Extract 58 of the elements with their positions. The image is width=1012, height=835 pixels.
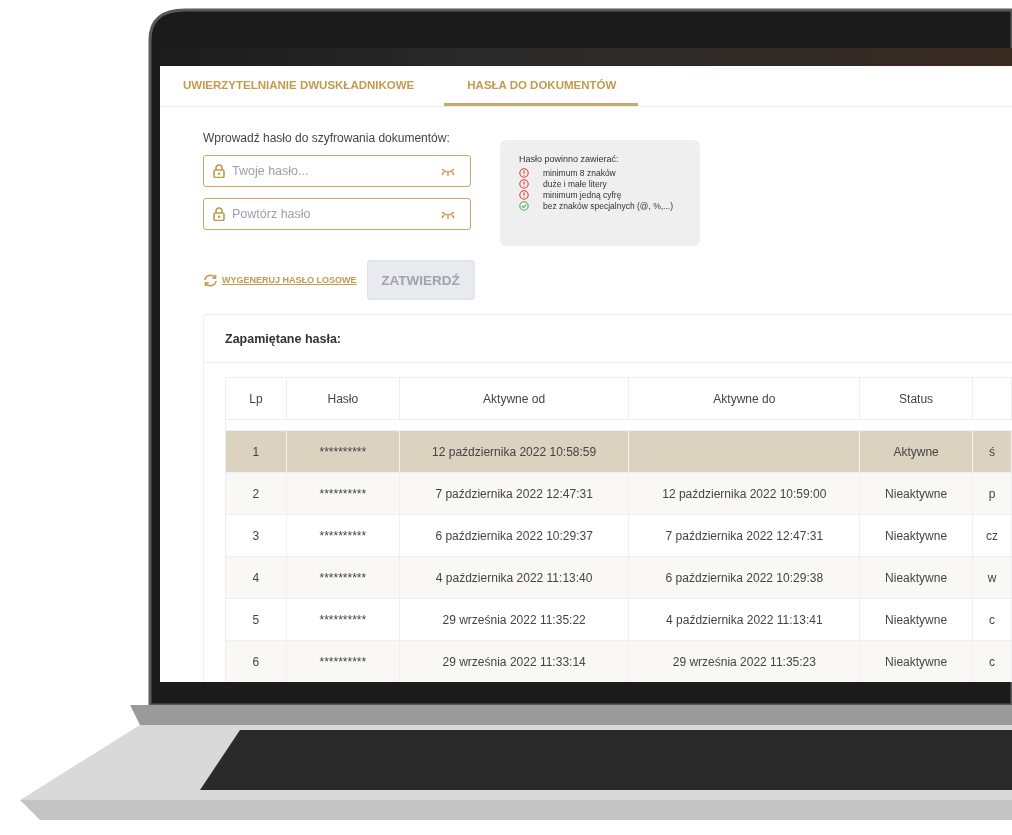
table-row[interactable]: 1 ********** 12 października 2022 10:58:59 Aktywne ś bbox=[226, 430, 1012, 472]
column-header: Status bbox=[860, 378, 974, 419]
table-cell: ********** bbox=[319, 654, 367, 669]
table-cell: w bbox=[987, 570, 997, 585]
table-cell: 5 bbox=[252, 612, 260, 627]
column-header: Aktywne do bbox=[629, 378, 861, 419]
table-cell: Nieaktywne bbox=[885, 654, 948, 669]
closed-eye-icon[interactable] bbox=[441, 167, 455, 176]
table-cell: ********** bbox=[319, 486, 367, 501]
table-cell: 1 bbox=[252, 444, 260, 459]
table-cell: 12 października 2022 10:58:59 bbox=[432, 444, 597, 459]
column-header: Aktywne od bbox=[399, 378, 630, 419]
table-row[interactable]: 2 ********** 7 października 2022 12:47:31 12 października 2022 10:59:00 Nieaktywne p bbox=[226, 472, 1012, 514]
table-cell: ********** bbox=[319, 612, 367, 627]
password-field[interactable]: Twoje hasło... bbox=[203, 155, 471, 187]
table-cell: 29 września 2022 11:35:22 bbox=[442, 612, 586, 627]
table-cell: Nieaktywne bbox=[885, 612, 948, 627]
card-title: Zapamiętane hasła: bbox=[225, 331, 341, 346]
table-cell: p bbox=[988, 486, 996, 501]
table-cell: Aktywne bbox=[893, 444, 939, 459]
refresh-icon bbox=[203, 273, 218, 287]
table-cell: 4 października 2022 11:13:41 bbox=[666, 612, 823, 627]
table-cell: c bbox=[989, 654, 995, 669]
table-cell: 6 października 2022 10:29:38 bbox=[665, 570, 824, 585]
table-cell: c bbox=[989, 612, 995, 627]
table-cell: 4 bbox=[252, 570, 260, 585]
table-cell: cz bbox=[986, 528, 998, 543]
hint-rule: bez znaków specjalnych (@, %,...) bbox=[543, 200, 674, 211]
table-cell: 6 października 2022 10:29:37 bbox=[435, 528, 593, 543]
hint-rule: duże i małe litery bbox=[543, 178, 607, 189]
hint-title: Hasło powinno zawierać: bbox=[519, 154, 620, 164]
table-cell: 3 bbox=[252, 528, 260, 543]
table-row[interactable]: 3 ********** 6 października 2022 10:29:37 7 października 2022 12:47:31 Nieaktywne cz bbox=[226, 514, 1012, 556]
table-cell: 6 bbox=[252, 654, 260, 669]
table-cell: 29 września 2022 11:33:14 bbox=[442, 654, 586, 669]
hint-rule: minimum jedną cyfrę bbox=[543, 189, 622, 200]
table-cell: 7 października 2022 12:47:31 bbox=[665, 528, 824, 543]
table-cell: 2 bbox=[252, 486, 260, 501]
column-header: Lp bbox=[226, 378, 287, 419]
password-field[interactable]: Powtórz hasło bbox=[203, 198, 471, 230]
table-cell: ś bbox=[989, 444, 995, 459]
table-cell: ********** bbox=[319, 528, 367, 543]
table-cell: Nieaktywne bbox=[885, 528, 948, 543]
form-label: Wprowadź hasło do szyfrowania dokumentów: bbox=[203, 131, 451, 145]
table-cell: 7 października 2022 12:47:31 bbox=[435, 486, 593, 501]
table-cell: Nieaktywne bbox=[885, 570, 948, 585]
table-row[interactable]: 4 ********** 4 października 2022 11:13:40 6 października 2022 10:29:38 Nieaktywne w bbox=[226, 556, 1012, 598]
table-cell: 29 września 2022 11:35:23 bbox=[672, 654, 816, 669]
column-header: Hasło bbox=[286, 378, 400, 419]
table-row[interactable]: 5 ********** 29 września 2022 11:35:22 4 października 2022 11:13:41 Nieaktywne c bbox=[226, 598, 1012, 640]
table-cell: ********** bbox=[319, 444, 367, 459]
table-row[interactable]: 6 ********** 29 września 2022 11:33:14 29 września 2022 11:35:23 Nieaktywne c bbox=[226, 640, 1012, 682]
table-cell: 12 października 2022 10:59:00 bbox=[662, 486, 827, 501]
hint-rule: minimum 8 znaków bbox=[543, 167, 616, 178]
table-cell: ********** bbox=[319, 570, 367, 585]
closed-eye-icon[interactable] bbox=[441, 210, 455, 219]
table-cell: 4 października 2022 11:13:40 bbox=[435, 570, 593, 585]
table-cell: Nieaktywne bbox=[885, 486, 948, 501]
